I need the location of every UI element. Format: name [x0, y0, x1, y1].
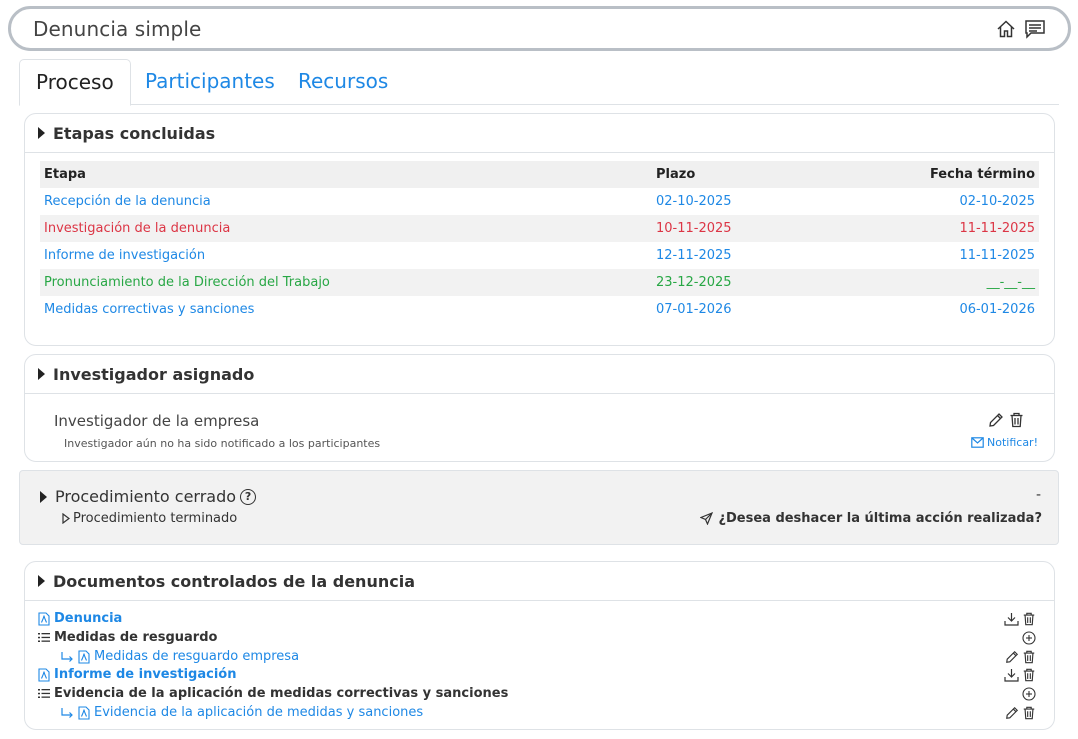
- stage-name[interactable]: Medidas correctivas y sanciones: [40, 296, 652, 323]
- header-icons: [996, 19, 1046, 39]
- stage-end-date: 02-10-2025: [959, 194, 1035, 209]
- pdf-file-icon: [78, 649, 90, 664]
- stage-deadline: 02-10-2025: [656, 194, 732, 209]
- trash-icon[interactable]: [1022, 668, 1036, 682]
- stages-table: Etapa Plazo Fecha término Recepción de l…: [40, 161, 1039, 323]
- closed-procedure-panel: Procedimiento cerrado ? Procedimiento te…: [19, 470, 1059, 545]
- list-item: Evidencia de la aplicación de medidas co…: [38, 684, 1036, 703]
- document-group-label: Evidencia de la aplicación de medidas co…: [54, 686, 509, 701]
- envelope-icon: [971, 437, 984, 448]
- list-item: Medidas de resguardo empresa: [38, 647, 1036, 666]
- stage-name[interactable]: Pronunciamiento de la Dirección del Trab…: [40, 269, 652, 296]
- stage-deadline: 07-01-2026: [656, 302, 732, 317]
- caret-right-outline-icon: [62, 513, 70, 524]
- caret-right-icon: [38, 368, 45, 380]
- stages-card: Etapas concluidas Etapa Plazo Fecha térm…: [24, 113, 1055, 346]
- documents-card-header[interactable]: Documentos controlados de la denuncia: [25, 562, 1054, 601]
- download-icon[interactable]: [1004, 612, 1019, 626]
- table-row: Recepción de la denuncia 02-10-2025 02-1…: [40, 188, 1039, 215]
- column-header-deadline: Plazo: [652, 161, 852, 188]
- table-header-row: Etapa Plazo Fecha término: [40, 161, 1039, 188]
- documents-title: Documentos controlados de la denuncia: [53, 571, 415, 591]
- investigator-note: Investigador aún no ha sido notificado a…: [64, 437, 381, 450]
- table-row: Pronunciamiento de la Dirección del Trab…: [40, 269, 1039, 296]
- stage-name[interactable]: Investigación de la denuncia: [40, 215, 652, 242]
- caret-right-icon: [38, 575, 45, 587]
- table-row: Medidas correctivas y sanciones 07-01-20…: [40, 296, 1039, 323]
- tab-participantes[interactable]: Participantes: [129, 59, 291, 105]
- investigator-card: Investigador asignado Investigador de la…: [24, 354, 1055, 462]
- pdf-file-icon: [78, 705, 90, 720]
- stage-end-date: 06-01-2026: [959, 302, 1035, 317]
- documents-card: Documentos controlados de la denuncia De…: [24, 561, 1055, 730]
- document-link[interactable]: Evidencia de la aplicación de medidas y …: [94, 705, 423, 720]
- document-link[interactable]: Denuncia: [54, 611, 122, 626]
- download-icon[interactable]: [1004, 668, 1019, 682]
- stage-deadline: 10-11-2025: [652, 215, 852, 242]
- investigator-name: Investigador de la empresa: [54, 412, 260, 430]
- add-circle-icon[interactable]: [1022, 630, 1036, 645]
- notify-link[interactable]: Notificar!: [971, 436, 1038, 449]
- chat-icon[interactable]: [1024, 19, 1046, 39]
- closed-subtitle-row: Procedimiento terminado: [62, 511, 237, 526]
- stages-card-header[interactable]: Etapas concluidas: [25, 114, 1054, 153]
- trash-icon[interactable]: [1022, 650, 1036, 664]
- table-row: Investigación de la denuncia 10-11-2025 …: [40, 215, 1039, 242]
- table-row: Informe de investigación 12-11-2025 11-1…: [40, 242, 1039, 269]
- list-item: Evidencia de la aplicación de medidas y …: [38, 703, 1036, 722]
- stage-deadline: 23-12-2025: [652, 269, 852, 296]
- investigator-title: Investigador asignado: [53, 364, 255, 384]
- pdf-file-icon: [38, 611, 50, 626]
- closed-subtitle: Procedimiento terminado: [73, 511, 238, 526]
- pdf-file-icon: [38, 667, 50, 682]
- sub-item-arrow-icon: [60, 707, 74, 719]
- tab-recursos[interactable]: Recursos: [282, 59, 404, 105]
- home-icon[interactable]: [996, 19, 1016, 39]
- closed-title: Procedimiento cerrado: [55, 487, 237, 506]
- add-circle-icon[interactable]: [1022, 686, 1036, 701]
- investigator-actions: [988, 412, 1024, 428]
- help-icon[interactable]: ?: [240, 488, 257, 505]
- tab-bar: Proceso Participantes Recursos: [19, 59, 1059, 106]
- page-title: Denuncia simple: [33, 16, 202, 41]
- investigator-card-header[interactable]: Investigador asignado: [25, 355, 1054, 394]
- stage-end-date: __-__-__: [852, 269, 1039, 296]
- stage-end-date: 11-11-2025: [959, 248, 1035, 263]
- trash-icon[interactable]: [1022, 612, 1036, 626]
- document-group-label: Medidas de resguardo: [54, 630, 218, 645]
- caret-right-icon: [38, 127, 45, 139]
- pencil-icon[interactable]: [988, 412, 1004, 428]
- page-header: Denuncia simple: [8, 6, 1071, 51]
- document-link[interactable]: Medidas de resguardo empresa: [94, 649, 299, 664]
- pencil-icon[interactable]: [1005, 706, 1019, 720]
- trash-icon[interactable]: [1022, 706, 1036, 720]
- send-icon: [700, 512, 714, 525]
- trash-icon[interactable]: [1009, 412, 1024, 428]
- list-item: Informe de investigación: [38, 665, 1036, 684]
- list-item: Medidas de resguardo: [38, 628, 1036, 647]
- undo-label: ¿Desea deshacer la última acción realiza…: [718, 511, 1042, 526]
- stage-deadline: 12-11-2025: [656, 248, 732, 263]
- notify-label: Notificar!: [987, 436, 1038, 449]
- stage-name[interactable]: Recepción de la denuncia: [40, 188, 652, 215]
- undo-link[interactable]: ¿Desea deshacer la última acción realiza…: [700, 511, 1042, 526]
- list-icon: [38, 688, 50, 699]
- stage-end-date: 11-11-2025: [852, 215, 1039, 242]
- closed-dash: -: [1035, 487, 1041, 503]
- pencil-icon[interactable]: [1005, 650, 1019, 664]
- caret-right-icon: [40, 490, 47, 503]
- list-item: Denuncia: [38, 609, 1036, 628]
- column-header-stage: Etapa: [40, 161, 652, 188]
- stage-name[interactable]: Informe de investigación: [40, 242, 652, 269]
- closed-title-row[interactable]: Procedimiento cerrado ?: [40, 487, 257, 506]
- tab-proceso[interactable]: Proceso: [19, 59, 131, 106]
- list-icon: [38, 632, 50, 643]
- sub-item-arrow-icon: [60, 651, 74, 663]
- stages-title: Etapas concluidas: [53, 123, 216, 143]
- document-link[interactable]: Informe de investigación: [54, 667, 236, 682]
- column-header-end-date: Fecha término: [852, 161, 1039, 188]
